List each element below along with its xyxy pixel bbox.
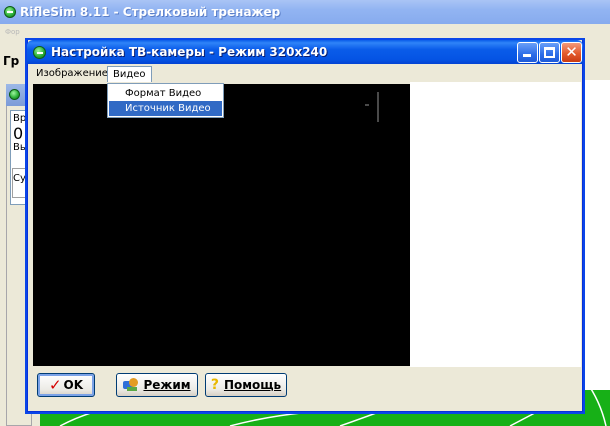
riflesim-logo-icon xyxy=(9,89,20,100)
app-left-label-2: Вь xyxy=(13,142,26,153)
app-toolbar-label[interactable]: Гр xyxy=(3,54,19,68)
minimize-icon xyxy=(523,54,531,57)
question-icon: ? xyxy=(210,377,219,393)
check-icon: ✓ xyxy=(48,375,62,394)
ok-button-label: OK xyxy=(63,378,84,392)
mode-button[interactable]: Режим xyxy=(116,373,198,397)
app-left-value: 0 xyxy=(13,124,24,143)
mode-button-label: Режим xyxy=(143,378,191,392)
video-preview xyxy=(33,84,410,366)
riflesim-logo-icon xyxy=(4,6,16,18)
dialog-title: Настройка ТВ-камеры - Режим 320x240 xyxy=(51,45,328,59)
video-artifact xyxy=(365,104,369,106)
video-menu-dropdown: Формат Видео Источник Видео xyxy=(107,83,224,118)
help-button[interactable]: ? Помощь xyxy=(205,373,287,397)
help-button-label: Помощь xyxy=(223,378,282,392)
menu-item-video-source[interactable]: Источник Видео xyxy=(109,101,222,116)
app-right-frame-inner xyxy=(584,96,610,426)
mode-icon xyxy=(123,378,139,392)
app-title: RifleSim 8.11 - Стрелковый тренажер xyxy=(20,5,281,19)
video-artifact xyxy=(377,92,379,122)
close-icon: ✕ xyxy=(565,43,578,61)
close-button[interactable]: ✕ xyxy=(561,42,582,63)
menu-video[interactable]: Видео xyxy=(107,66,152,82)
dialog-titlebar[interactable]: Настройка ТВ-камеры - Режим 320x240 xyxy=(27,40,583,64)
dialog-button-bar xyxy=(29,367,581,411)
ok-button[interactable]: ✓ OK xyxy=(37,373,95,397)
minimize-button[interactable] xyxy=(517,42,538,63)
app-left-label-1: Вр xyxy=(13,113,27,124)
menu-image[interactable]: Изображение xyxy=(31,66,113,82)
app-titlebar: RifleSim 8.11 - Стрелковый тренажер xyxy=(0,0,610,24)
app-menu-ghost: Фор xyxy=(5,28,20,36)
maximize-button[interactable] xyxy=(539,42,560,63)
maximize-icon xyxy=(544,47,555,58)
dialog-blank-area xyxy=(410,82,581,370)
app-left-label-3: Су xyxy=(13,173,26,184)
menu-item-video-format[interactable]: Формат Видео xyxy=(109,86,222,101)
riflesim-logo-icon xyxy=(33,45,46,59)
